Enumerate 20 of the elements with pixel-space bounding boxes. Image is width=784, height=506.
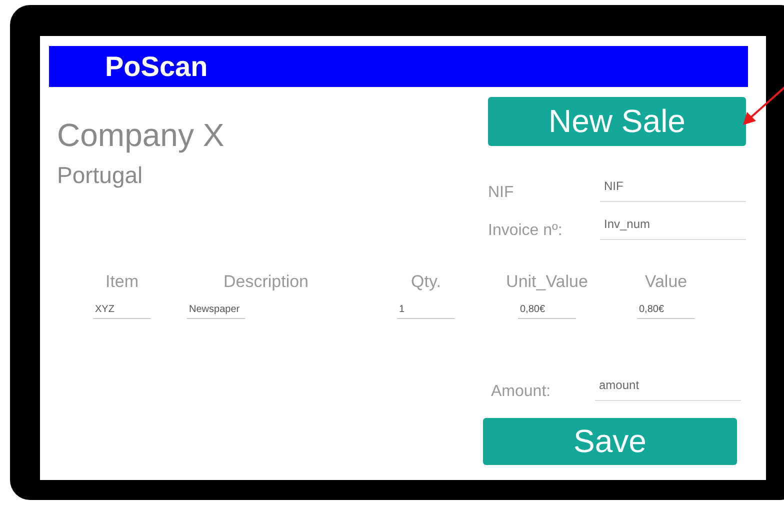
column-header: Description xyxy=(223,272,309,292)
column-header: Value xyxy=(644,272,688,292)
table-input[interactable]: 0,80€ xyxy=(518,304,576,319)
field-label: NIF xyxy=(488,184,515,202)
input-field[interactable]: Inv_num xyxy=(600,217,746,240)
field-label: Invoice nº: xyxy=(488,222,564,240)
arrow xyxy=(743,86,784,125)
table-input[interactable]: XYZ xyxy=(93,304,151,319)
app-title: PoScan xyxy=(105,50,208,82)
amount-label: Amount: xyxy=(490,383,552,401)
table-input[interactable]: Newspaper xyxy=(187,304,245,319)
input-field[interactable]: NIF xyxy=(600,179,746,202)
amount-field[interactable]: amount xyxy=(595,378,741,401)
table-input[interactable]: 0,80€ xyxy=(637,304,695,319)
company-name: Company X xyxy=(57,117,226,154)
column-header: Qty. xyxy=(411,272,441,292)
column-header: Item xyxy=(105,272,139,292)
company-country: Portugal xyxy=(57,162,144,189)
column-header: Unit_Value xyxy=(506,272,588,292)
table-input[interactable]: 1 xyxy=(397,304,455,319)
